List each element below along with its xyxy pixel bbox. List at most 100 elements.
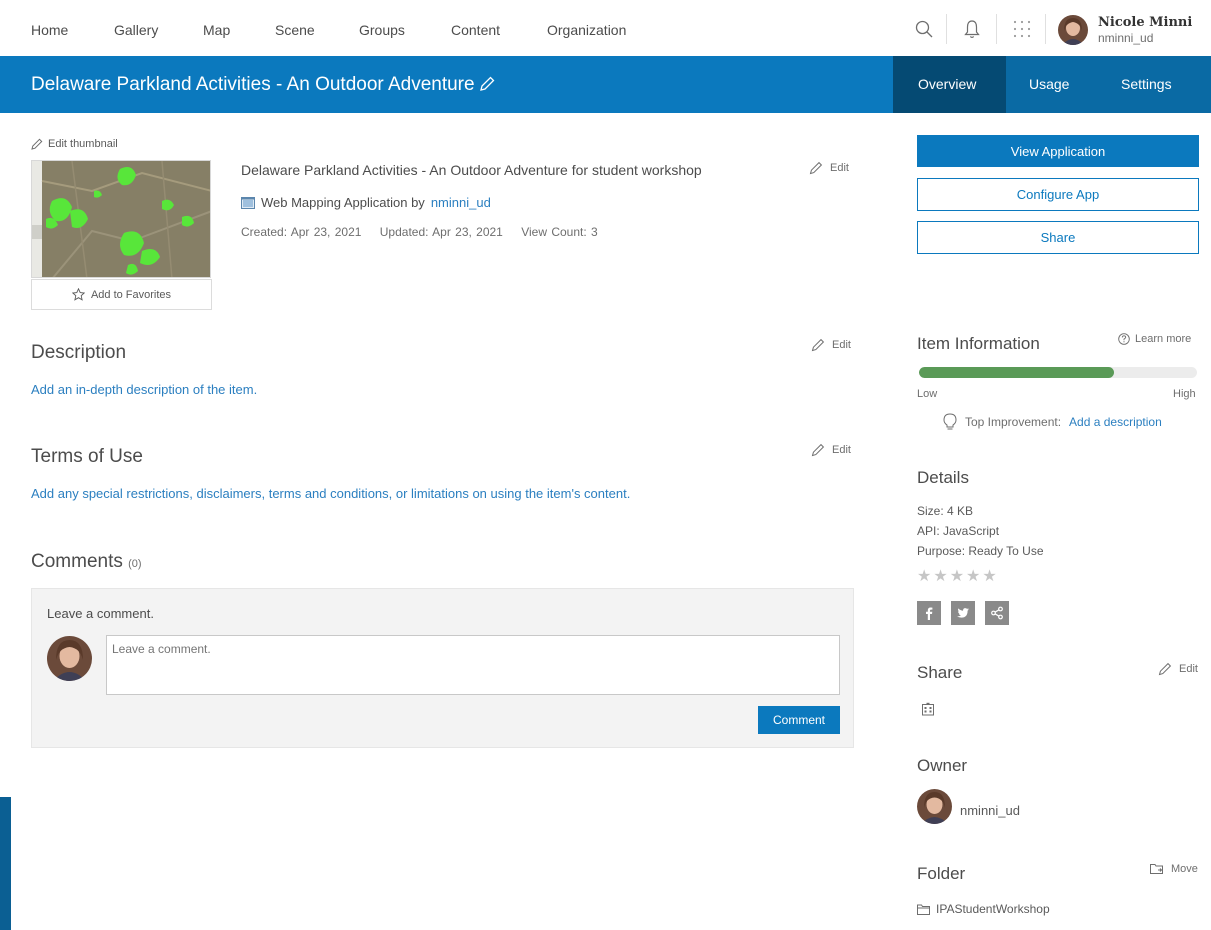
share-link-icon[interactable]: [985, 601, 1009, 625]
help-icon: [1118, 333, 1130, 345]
add-terms-link[interactable]: Add any special restrictions, disclaimer…: [31, 486, 630, 501]
learn-more-link[interactable]: Learn more: [1118, 333, 1191, 345]
star-icon[interactable]: ★: [950, 566, 964, 586]
progress-high-label: High: [1173, 388, 1196, 400]
configure-app-button[interactable]: Configure App: [917, 178, 1199, 211]
lightbulb-icon: [943, 413, 957, 430]
rating-stars[interactable]: ★ ★ ★ ★ ★: [917, 566, 997, 586]
bell-icon[interactable]: [959, 14, 985, 44]
left-edge-panel: [0, 797, 11, 930]
item-title: Delaware Parkland Activities - An Outdoo…: [31, 74, 475, 95]
edit-terms-button[interactable]: Edit: [811, 443, 851, 457]
comments-heading: Comments (0): [31, 551, 142, 573]
edit-share-button[interactable]: Edit: [1158, 662, 1198, 676]
detail-api: API: JavaScript: [917, 524, 1000, 538]
nav-content[interactable]: Content: [451, 22, 500, 38]
view-application-button[interactable]: View Application: [917, 135, 1199, 167]
comments-heading-label: Comments: [31, 551, 123, 572]
tab-usage[interactable]: Usage: [1029, 76, 1069, 92]
item-type-line: Web Mapping Application by nminni_ud: [241, 195, 491, 210]
nav-scene[interactable]: Scene: [275, 22, 315, 38]
detail-size: Size: 4 KB: [917, 504, 974, 518]
item-title-bar: Delaware Parkland Activities - An Outdoo…: [0, 56, 1211, 113]
nav-map[interactable]: Map: [203, 22, 230, 38]
top-improvement: Top Improvement: Add a description: [943, 413, 1162, 431]
edit-summary-button[interactable]: Edit: [809, 161, 849, 175]
pencil-icon: [31, 138, 43, 150]
star-icon[interactable]: ★: [933, 566, 947, 586]
item-information-progress: [919, 367, 1197, 378]
item-owner-link[interactable]: nminni_ud: [431, 195, 491, 210]
user-avatar[interactable]: [1058, 15, 1088, 45]
edit-label: Edit: [830, 162, 849, 174]
nav-gallery[interactable]: Gallery: [114, 22, 158, 38]
apps-grid-icon[interactable]: [1009, 14, 1035, 44]
owner-avatar[interactable]: [917, 789, 952, 824]
add-to-favorites-label: Add to Favorites: [90, 288, 172, 301]
nav-divider: [1045, 14, 1046, 44]
edit-label: Edit: [832, 339, 851, 351]
owner-heading: Owner: [917, 756, 968, 775]
star-icon[interactable]: ★: [982, 566, 996, 586]
nav-groups[interactable]: Groups: [359, 22, 405, 38]
top-navigation: Home Gallery Map Scene Groups Content Or…: [0, 0, 1211, 56]
detail-purpose: Purpose: Ready To Use: [917, 544, 1044, 558]
move-folder-icon: [1150, 864, 1163, 874]
move-label: Move: [1171, 863, 1198, 875]
organization-building-icon: [921, 702, 935, 719]
pencil-icon: [811, 338, 825, 352]
terms-of-use-heading: Terms of Use: [31, 446, 143, 467]
comment-box: Leave a comment. Comment: [31, 588, 854, 748]
comments-count: (0): [128, 558, 142, 570]
web-app-icon: [241, 196, 255, 209]
folder-heading: Folder: [917, 864, 966, 883]
tab-settings[interactable]: Settings: [1121, 76, 1172, 92]
learn-more-label: Learn more: [1135, 333, 1192, 345]
add-to-favorites-button[interactable]: Add to Favorites: [31, 279, 212, 310]
nav-home[interactable]: Home: [31, 22, 68, 38]
pencil-icon: [1158, 662, 1172, 676]
edit-label: Edit: [832, 444, 851, 456]
owner-name[interactable]: nminni_ud: [960, 803, 1020, 818]
edit-label: Edit: [1179, 663, 1198, 675]
item-thumbnail: [31, 160, 211, 278]
tab-overview[interactable]: Overview: [918, 76, 976, 92]
edit-description-button[interactable]: Edit: [811, 338, 851, 352]
pencil-icon: [809, 161, 823, 175]
search-icon[interactable]: [911, 14, 937, 44]
share-button[interactable]: Share: [917, 221, 1199, 254]
move-button[interactable]: Move: [1150, 863, 1198, 875]
add-description-link[interactable]: Add an in-depth description of the item.: [31, 382, 257, 397]
comment-input[interactable]: [106, 635, 840, 695]
facebook-icon[interactable]: [917, 601, 941, 625]
item-type-label: Web Mapping Application by: [261, 195, 425, 210]
commenter-avatar: [47, 636, 92, 681]
add-description-improvement-link[interactable]: Add a description: [1069, 415, 1162, 429]
edit-thumbnail-label: Edit thumbnail: [48, 138, 118, 150]
folder-name-line: IPAStudentWorkshop: [917, 902, 1050, 916]
nav-organization[interactable]: Organization: [547, 22, 626, 38]
star-icon[interactable]: ★: [917, 566, 931, 586]
user-handle: nminni_ud: [1098, 31, 1154, 45]
comment-prompt: Leave a comment.: [47, 606, 154, 621]
comment-button[interactable]: Comment: [758, 706, 840, 734]
top-improvement-label: Top Improvement:: [965, 415, 1062, 429]
edit-title-pencil-icon[interactable]: [478, 75, 496, 93]
item-information-heading: Item Information: [917, 334, 1040, 353]
progress-fill: [919, 367, 1114, 378]
nav-divider: [996, 14, 997, 44]
nav-divider: [946, 14, 947, 44]
folder-icon: [917, 904, 930, 915]
user-name[interactable]: Nicole Minni: [1098, 15, 1192, 30]
star-icon[interactable]: ★: [966, 566, 980, 586]
edit-thumbnail-link[interactable]: Edit thumbnail: [31, 138, 118, 150]
view-count: View Count: 3: [521, 225, 598, 239]
star-icon: [71, 288, 85, 301]
folder-name: IPAStudentWorkshop: [936, 902, 1050, 916]
created-date: Created: Apr 23, 2021: [241, 225, 362, 239]
twitter-icon[interactable]: [951, 601, 975, 625]
progress-low-label: Low: [917, 388, 938, 400]
description-heading: Description: [31, 342, 127, 363]
item-summary: Delaware Parkland Activities - An Outdoo…: [241, 162, 702, 178]
pencil-icon: [811, 443, 825, 457]
